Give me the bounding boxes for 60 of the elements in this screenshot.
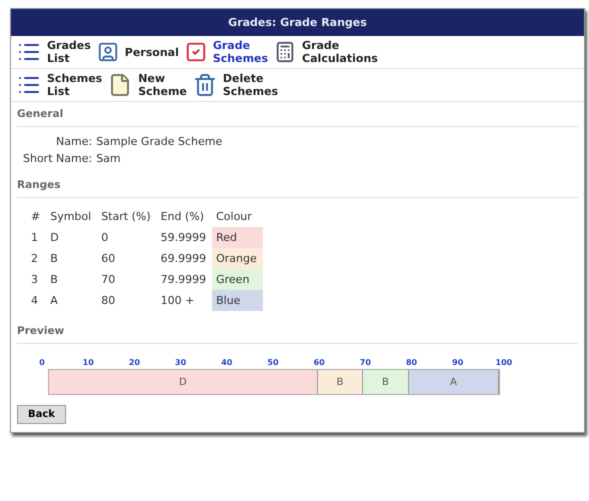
field-value: Sample Grade Scheme (96, 135, 222, 148)
column-header: Symbol (49, 209, 92, 225)
table-cell-text: 70 (100, 272, 116, 288)
table-cell-text: 3 (30, 272, 39, 288)
scale-label: 30 (175, 358, 186, 367)
scale-label: 20 (128, 358, 140, 367)
column-header: Colour (212, 206, 263, 227)
field-label: Name: (55, 135, 92, 148)
column-header: End (%) (156, 206, 212, 227)
table-cell-text: A (49, 293, 59, 309)
column-header: # (30, 209, 42, 225)
section-heading: Preview (17, 325, 578, 344)
column-header: Start (%) (100, 209, 152, 225)
back-button[interactable]: Back (17, 405, 66, 424)
colour-cell: Green (212, 269, 263, 290)
scale-label: 0 (39, 358, 45, 367)
table-cell-text: 2 (30, 251, 39, 267)
checkbox-icon (184, 41, 207, 63)
toolbar-link[interactable]: Delete Schemes (192, 72, 278, 98)
field-value: Sam (96, 152, 122, 165)
table-cell-text: 60 (100, 251, 116, 267)
toolbar-link[interactable]: Grades List (17, 39, 91, 65)
field-label: Short Name: (23, 152, 92, 165)
calculator-icon (274, 41, 296, 63)
table-cell: 100 + (156, 290, 212, 311)
table-cell-text: D (49, 230, 60, 246)
toolbar-link[interactable]: New Scheme (108, 72, 187, 98)
range-segment: A (408, 370, 499, 394)
colour-cell: Red (212, 227, 263, 248)
scale-label: 40 (221, 358, 232, 367)
window-title: Grades: Grade Ranges (11, 9, 584, 36)
toolbar-link[interactable]: Schemes List (17, 72, 102, 98)
table-cell-text: 80 (100, 293, 116, 309)
colour-cell: Orange (212, 248, 263, 269)
table-cell: 79.9999 (156, 269, 212, 290)
table-cell-text: B (49, 251, 59, 267)
scale-label: 90 (452, 358, 464, 367)
table-cell: 69.9999 (156, 248, 212, 269)
scale-label: 70 (360, 358, 371, 367)
scale-label: 10 (82, 358, 94, 367)
scale-label: 60 (314, 358, 325, 367)
table-cell-text: 0 (100, 230, 110, 246)
section-heading: Ranges (17, 179, 578, 198)
table-cell-text: 4 (30, 293, 39, 309)
table-cell: 59.9999 (156, 227, 212, 248)
person-card-icon (96, 41, 119, 63)
range-segment: D (49, 370, 318, 394)
scale-label: 100 (496, 358, 512, 367)
toolbar-link[interactable]: Grade Schemes (184, 39, 268, 65)
toolbar-link[interactable]: Personal (96, 41, 179, 63)
scale-label: 50 (267, 358, 279, 367)
table-cell-text: 1 (30, 230, 39, 246)
table-cell-text: B (49, 272, 59, 288)
colour-cell: Blue (212, 290, 263, 311)
toolbar-link[interactable]: Grade Calculations (274, 39, 378, 65)
trash-icon (192, 73, 217, 97)
range-segment: B (363, 370, 409, 394)
range-segment: B (318, 370, 364, 394)
scale-label: 80 (406, 358, 418, 367)
section-heading: General (17, 108, 578, 127)
